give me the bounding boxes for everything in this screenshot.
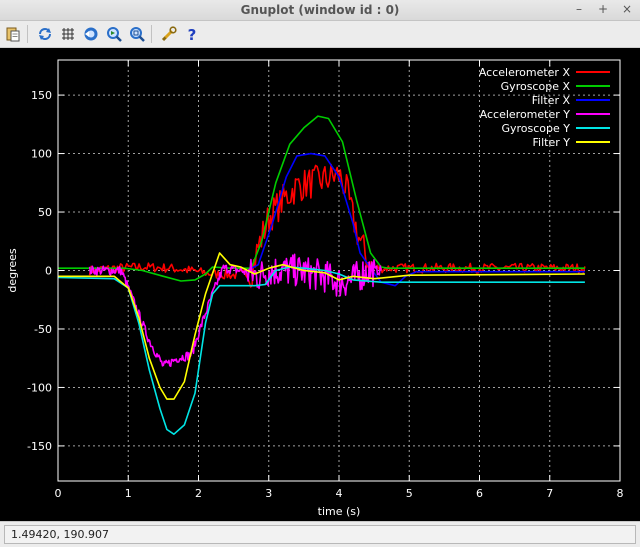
toggle-grid-button[interactable]	[58, 24, 78, 44]
replot-icon	[39, 28, 51, 40]
minimize-button[interactable]: –	[572, 1, 586, 17]
help-icon: ?	[188, 26, 197, 42]
title-bar[interactable]: Gnuplot (window id : 0) – + ×	[0, 0, 640, 21]
x-tick-label: 0	[55, 487, 62, 500]
gnuplot-window: Gnuplot (window id : 0) – + × ? 0 1 2 3 …	[0, 0, 640, 547]
zoom-autoscale-icon	[130, 27, 145, 42]
x-tick-label: 1	[125, 487, 132, 500]
x-tick-label: 5	[406, 487, 413, 500]
window-title: Gnuplot (window id : 0)	[240, 3, 400, 17]
help-button[interactable]: ?	[182, 24, 202, 44]
wrench-icon	[161, 26, 177, 42]
x-tick-label: 7	[546, 487, 553, 500]
copy-to-clipboard-button[interactable]	[3, 24, 23, 44]
gnuplot-chart[interactable]: 0 1 2 3 4 5 6 7 8 -150 -100 -50 0 50 100 150 time (s) deg…	[0, 48, 640, 521]
series-line-gyroscope-y	[57, 266, 585, 436]
next-zoom-button[interactable]	[104, 24, 124, 44]
x-axis-label: time (s)	[318, 505, 361, 518]
x-tick-label: 3	[265, 487, 272, 500]
toolbar-separator	[151, 25, 152, 43]
grid-icon	[62, 28, 74, 40]
mouse-coordinates: 1.49420, 190.907	[11, 528, 109, 541]
y-tick-label: 100	[31, 148, 52, 161]
settings-button[interactable]	[159, 24, 179, 44]
zoom-next-icon	[107, 27, 122, 42]
plot-area[interactable]: 0 1 2 3 4 5 6 7 8 -150 -100 -50 0 50 100 150 time (s) deg…	[0, 48, 640, 521]
svg-text:?: ?	[188, 26, 197, 42]
x-tick-label: 6	[476, 487, 483, 500]
maximize-button[interactable]: +	[596, 1, 610, 17]
previous-zoom-button[interactable]	[81, 24, 101, 44]
y-axis-label: degrees	[6, 248, 19, 293]
y-tick-label: 50	[38, 206, 52, 219]
legend-label: Accelerometer X	[479, 66, 571, 79]
legend-label: Gyroscope Y	[501, 122, 570, 135]
legend-label: Gyroscope X	[501, 80, 571, 93]
status-box: 1.49420, 190.907	[4, 525, 636, 544]
close-button[interactable]: ×	[620, 1, 634, 17]
zoom-previous-icon	[84, 27, 98, 41]
legend-label: Filter Y	[533, 136, 571, 149]
clipboard-icon	[6, 27, 20, 42]
y-tick-label: -50	[34, 323, 52, 336]
y-tick-label: -100	[27, 381, 52, 394]
y-tick-label: -150	[27, 440, 52, 453]
x-tick-label: 8	[617, 487, 624, 500]
autoscale-button[interactable]	[127, 24, 147, 44]
replot-button[interactable]	[35, 24, 55, 44]
x-tick-label: 2	[195, 487, 202, 500]
series-line-accelerometer-y	[88, 253, 382, 368]
x-tick-label: 4	[336, 487, 343, 500]
legend-label: Accelerometer Y	[480, 108, 571, 121]
series-line-gyroscope-x	[58, 115, 585, 282]
legend-label: Filter X	[532, 94, 571, 107]
toolbar: ?	[0, 21, 640, 48]
y-tick-label: 0	[45, 265, 52, 278]
window-controls: – + ×	[572, 1, 634, 17]
toolbar-separator	[27, 25, 28, 43]
status-bar: 1.49420, 190.907	[0, 521, 640, 547]
y-tick-label: 150	[31, 89, 52, 102]
